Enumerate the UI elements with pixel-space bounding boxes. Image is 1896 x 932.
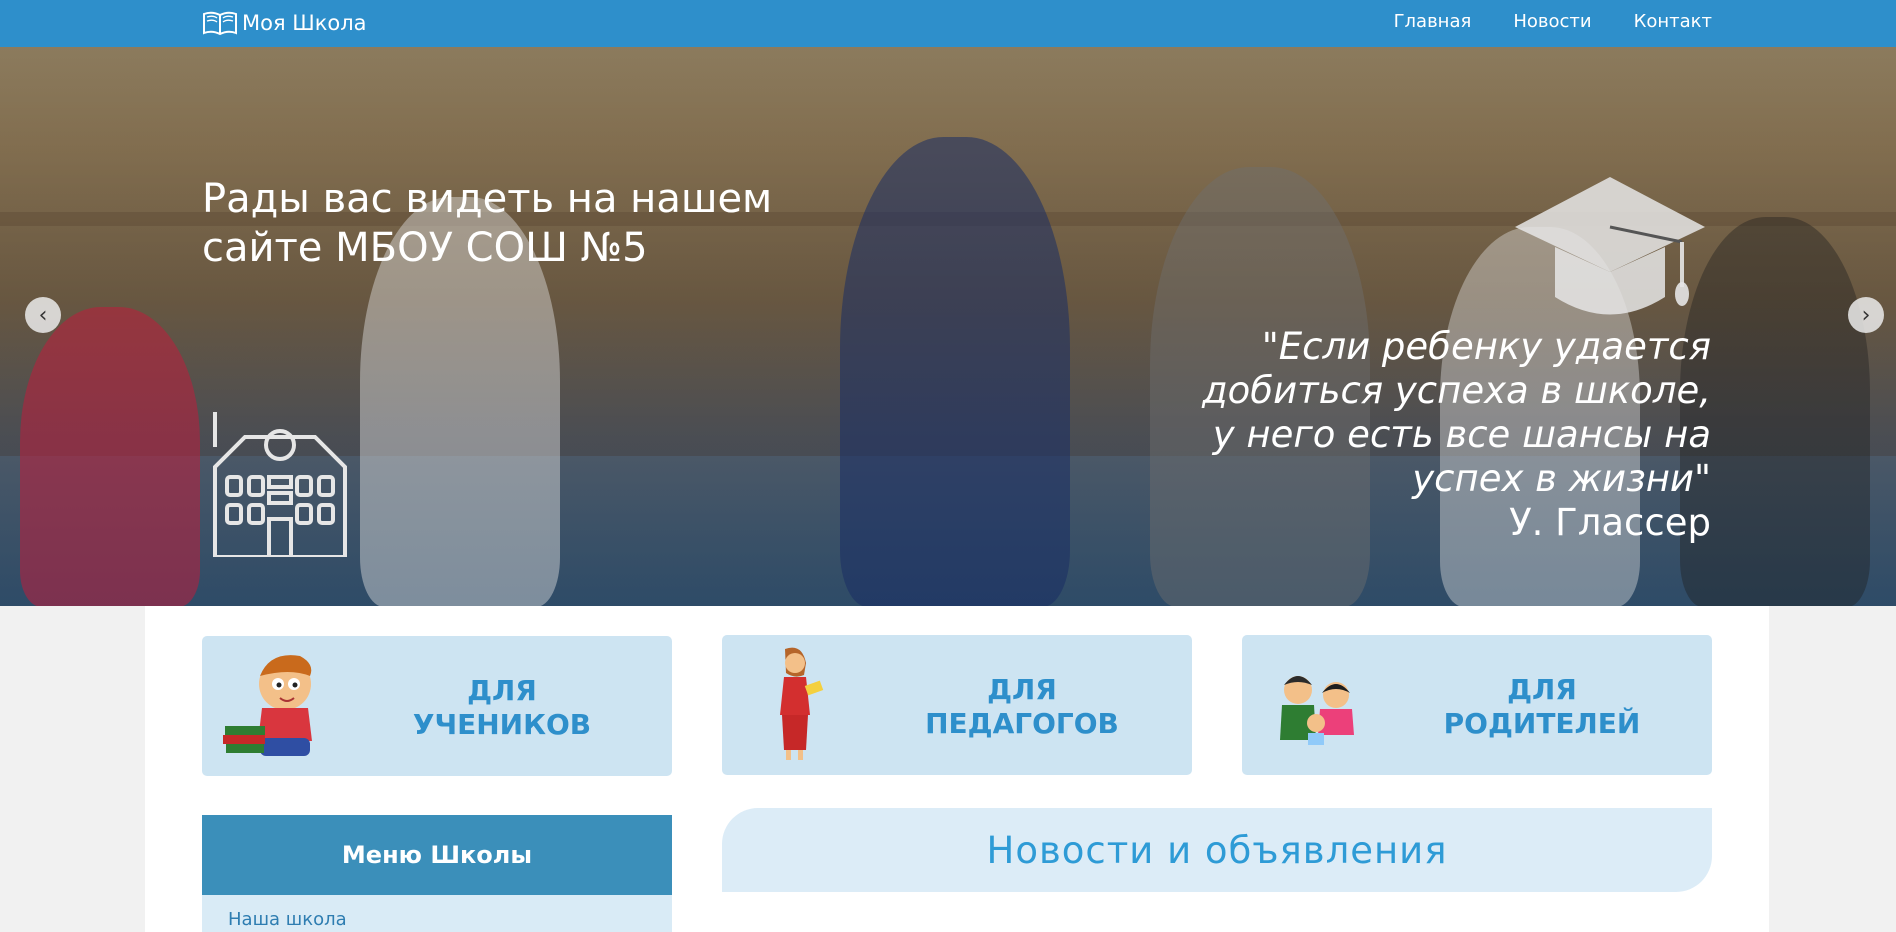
school-menu-title: Меню Школы [202,815,672,895]
quote-line: успех в жизни" [1412,457,1711,500]
card-teachers[interactable]: ДЛЯ ПЕДАГОГОВ [722,635,1192,775]
quote-line: "Если ребенку удается [1261,325,1711,368]
nav-contact[interactable]: Контакт [1634,11,1712,32]
nav-home[interactable]: Главная [1394,11,1472,32]
nav-links: Главная Новости Контакт [1394,0,1712,42]
main-content: ДЛЯ УЧЕНИКОВ ДЛЯ ПЕДАГОГОВ ДЛЯ РОДИТЕЛЕЙ… [145,606,1769,932]
parents-icon [1280,676,1354,745]
card-label-line: ПЕДАГОГОВ [925,707,1119,740]
menu-item-our-school[interactable]: Наша школа [202,895,672,932]
card-label: ДЛЯ РОДИТЕЛЕЙ [1392,673,1692,741]
card-label-line: УЧЕНИКОВ [412,708,592,741]
quote-author: У. Глассер [1509,501,1711,544]
card-label: ДЛЯ ПЕДАГОГОВ [872,673,1172,741]
school-menu: Меню Школы Наша школа [202,815,672,932]
brand-name: Моя Школа [242,11,367,35]
open-book-icon [203,11,237,36]
quote-line: добиться успеха в школе, [1202,369,1711,412]
carousel-next-button[interactable]: › [1848,297,1884,333]
card-students[interactable]: ДЛЯ УЧЕНИКОВ [202,636,672,776]
card-label-line: ДЛЯ [1507,673,1577,706]
graduation-cap-icon [1515,177,1705,315]
card-parents[interactable]: ДЛЯ РОДИТЕЛЕЙ [1242,635,1712,775]
hero-photo-figure [20,307,200,606]
card-label-line: ДЛЯ [987,673,1057,706]
hero-photo-figure [840,137,1070,606]
news-section-title: Новости и объявления [722,808,1712,892]
carousel-prev-button[interactable]: ‹ [25,297,61,333]
quote-line: у него есть все шансы на [1212,413,1711,456]
card-label-line: ДЛЯ [467,674,537,707]
school-building-icon [213,412,347,557]
student-boy-icon [223,655,312,756]
top-navbar: Моя Школа Главная Новости Контакт [0,0,1896,47]
nav-news[interactable]: Новости [1513,11,1591,32]
card-label-line: РОДИТЕЛЕЙ [1443,707,1641,740]
hero-carousel: Рады вас видеть на нашем сайте МБОУ СОШ … [0,47,1896,606]
chevron-right-icon: › [1861,302,1871,328]
teacher-woman-icon [780,647,824,760]
brand-link[interactable]: Моя Школа [202,6,367,40]
card-label: ДЛЯ УЧЕНИКОВ [352,674,652,742]
hero-quote: "Если ребенку удается добиться успеха в … [1151,325,1711,501]
hero-title: Рады вас видеть на нашем сайте МБОУ СОШ … [202,176,773,271]
chevron-left-icon: ‹ [38,302,48,328]
